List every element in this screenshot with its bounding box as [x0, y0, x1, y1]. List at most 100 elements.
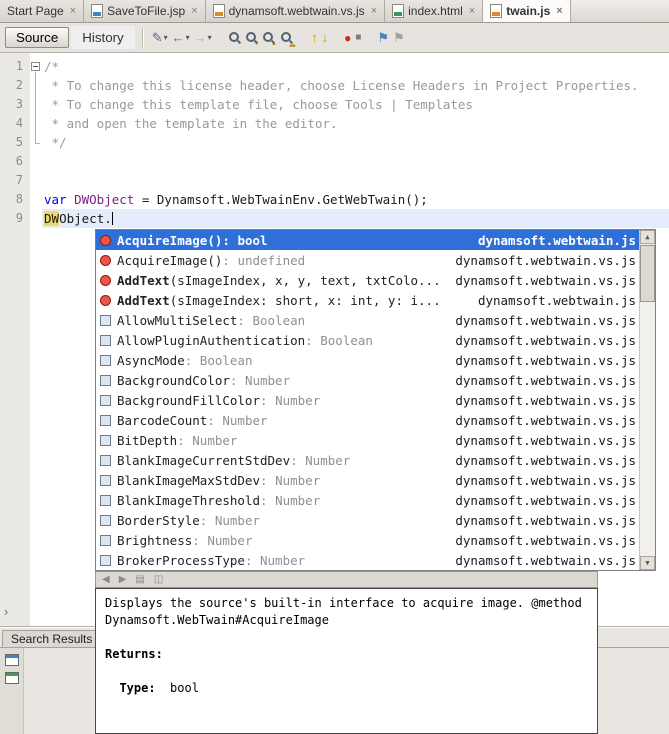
tab-close-icon[interactable]: × [556, 5, 562, 17]
completion-origin: dynamsoft.webtwain.vs.js [447, 393, 636, 408]
find-previous-icon[interactable]: ▴ ▾ [260, 28, 278, 48]
line-number[interactable]: 4 [0, 114, 30, 133]
completion-item[interactable]: AcquireImage () undefined dynamsoft.webt… [96, 250, 640, 270]
completion-name: AddText [117, 293, 170, 308]
editor-tab[interactable]: twain.js × [483, 0, 570, 22]
editor-tab[interactable]: Start Page × [0, 0, 84, 22]
completion-item[interactable]: BarcodeCount Number dynamsoft.webtwain.v… [96, 410, 640, 430]
back-icon[interactable]: ← ▾ [170, 28, 192, 48]
property-icon [100, 355, 111, 366]
editor-tab[interactable]: SaveToFile.jsp × [84, 0, 205, 22]
search-results-toolbar [0, 648, 24, 734]
dropdown-icon[interactable]: ▾ [186, 33, 190, 42]
completion-type: bool [222, 233, 267, 248]
find-next-icon[interactable]: ▾ ▾ [243, 28, 261, 48]
scrollbar-thumb[interactable] [640, 245, 655, 302]
completion-item[interactable]: BackgroundColor Number dynamsoft.webtwai… [96, 370, 640, 390]
completion-item[interactable]: AddText (sImageIndex, x, y, text, txtCol… [96, 270, 640, 290]
show-details-icon[interactable] [5, 654, 19, 666]
tab-close-icon[interactable]: × [70, 5, 76, 17]
toggle-highlight-icon[interactable]: ▂ ▾ [278, 28, 297, 48]
completion-item[interactable]: BrokerProcessType Number dynamsoft.webtw… [96, 550, 640, 570]
record-macro-icon[interactable]: ● ▾ [342, 28, 353, 48]
property-icon [100, 375, 111, 386]
completion-origin: dynamsoft.webtwain.vs.js [447, 493, 636, 508]
completion-type: Number [207, 413, 267, 428]
code-fold-sidebar[interactable] [30, 53, 42, 626]
line-number[interactable]: 6 [0, 152, 30, 171]
completion-list: AcquireImage () bool dynamsoft.webtwain.… [96, 230, 640, 570]
line-number[interactable]: 3 [0, 95, 30, 114]
completion-scrollbar[interactable]: ▲ ▼ [639, 230, 655, 570]
ide-window: Start Page × SaveToFile.jsp × dynamsoft.… [0, 0, 669, 734]
doc-forward-icon[interactable]: ▶ [117, 570, 129, 590]
completion-origin: dynamsoft.webtwain.vs.js [447, 453, 636, 468]
completion-type: Boolean [185, 353, 253, 368]
completion-item[interactable]: AllowPluginAuthentication Boolean dynams… [96, 330, 640, 350]
forward-icon[interactable]: → ▾ [192, 28, 214, 48]
code-line: var DWObject = Dynamsoft.WebTwainEnv.Get… [42, 190, 669, 209]
completion-type: Number [200, 513, 260, 528]
history-view-button[interactable]: History [71, 26, 134, 49]
find-selection-icon[interactable]: ▾ [226, 28, 243, 48]
property-icon [100, 555, 111, 566]
line-number[interactable]: 1 [0, 57, 30, 76]
code-line: * and open the template in the editor. [42, 114, 669, 133]
line-number[interactable]: 7 [0, 171, 30, 190]
completion-item[interactable]: AddText (sImageIndex: short, x: int, y: … [96, 290, 640, 310]
property-icon [100, 315, 111, 326]
scroll-down-icon[interactable]: ▼ [640, 556, 655, 570]
code-line [42, 171, 669, 190]
completion-type: Number [260, 493, 320, 508]
previous-occurrence-icon[interactable]: ↑ ▾ [309, 28, 320, 48]
modify-search-icon[interactable] [5, 672, 19, 684]
completion-name: BorderStyle [117, 513, 200, 528]
expand-sidebar-chevron-icon[interactable]: › [4, 604, 8, 619]
completion-item[interactable]: BlankImageThreshold Number dynamsoft.web… [96, 490, 640, 510]
doc-blank-line [105, 663, 588, 680]
completion-item[interactable]: Brightness Number dynamsoft.webtwain.vs.… [96, 530, 640, 550]
completion-origin: dynamsoft.webtwain.vs.js [447, 553, 636, 568]
next-bookmark-icon[interactable]: ⚑ ▾ [391, 28, 407, 48]
tab-search-results[interactable]: Search Results [2, 630, 101, 647]
completion-item[interactable]: BlankImageCurrentStdDev Number dynamsoft… [96, 450, 640, 470]
line-number[interactable]: 5 [0, 133, 30, 152]
show-documentation-icon[interactable]: ▤ [133, 570, 146, 590]
doc-back-icon[interactable]: ◀ [100, 570, 112, 590]
dropdown-icon[interactable]: ▾ [208, 33, 212, 42]
line-number-gutter[interactable]: 1 2 3 4 5 6 7 8 9 [0, 53, 30, 626]
source-view-button[interactable]: Source [5, 27, 69, 48]
next-occurrence-icon[interactable]: ↓ ▾ [320, 28, 331, 48]
line-number[interactable]: 8 [0, 190, 30, 209]
line-number[interactable]: 2 [0, 76, 30, 95]
completion-item[interactable]: BackgroundFillColor Number dynamsoft.web… [96, 390, 640, 410]
last-edit-icon[interactable]: ✎ ▾ [150, 28, 170, 48]
scroll-up-icon[interactable]: ▲ [640, 230, 655, 244]
completion-name: BlankImageMaxStdDev [117, 473, 260, 488]
completion-item[interactable]: AsyncMode Boolean dynamsoft.webtwain.vs.… [96, 350, 640, 370]
file-icon [91, 4, 103, 18]
stop-macro-icon[interactable]: ■ ▾ [353, 28, 363, 48]
completion-item[interactable]: BorderStyle Number dynamsoft.webtwain.vs… [96, 510, 640, 530]
dropdown-icon[interactable]: ▾ [164, 33, 168, 42]
completion-item[interactable]: BlankImageMaxStdDev Number dynamsoft.web… [96, 470, 640, 490]
completion-item[interactable]: AllowMultiSelect Boolean dynamsoft.webtw… [96, 310, 640, 330]
editor-tab[interactable]: dynamsoft.webtwain.vs.js × [206, 0, 386, 22]
open-in-browser-icon[interactable]: ◫ [152, 570, 165, 590]
tab-close-icon[interactable]: × [371, 5, 377, 17]
property-icon [100, 395, 111, 406]
completion-type: Number [230, 373, 290, 388]
line-number[interactable]: 9 [0, 209, 30, 228]
fold-collapse-icon[interactable] [31, 62, 40, 71]
toggle-bookmark-icon[interactable]: ⚑ ▾ [375, 28, 391, 48]
completion-name: BrokerProcessType [117, 553, 245, 568]
completion-signature: () [207, 233, 222, 248]
editor-tab[interactable]: index.html × [385, 0, 483, 22]
code-token: = Dynamsoft.WebTwainEnv.GetWebTwain(); [134, 192, 428, 207]
completion-item[interactable]: AcquireImage () bool dynamsoft.webtwain.… [96, 230, 640, 250]
tab-close-icon[interactable]: × [191, 5, 197, 17]
toolbar-icon-group: ✎ ▾ ← ▾ → ▾ [150, 28, 407, 48]
comment-token: * and open the template in the editor. [44, 116, 338, 131]
completion-item[interactable]: BitDepth Number dynamsoft.webtwain.vs.js [96, 430, 640, 450]
tab-close-icon[interactable]: × [469, 5, 475, 17]
